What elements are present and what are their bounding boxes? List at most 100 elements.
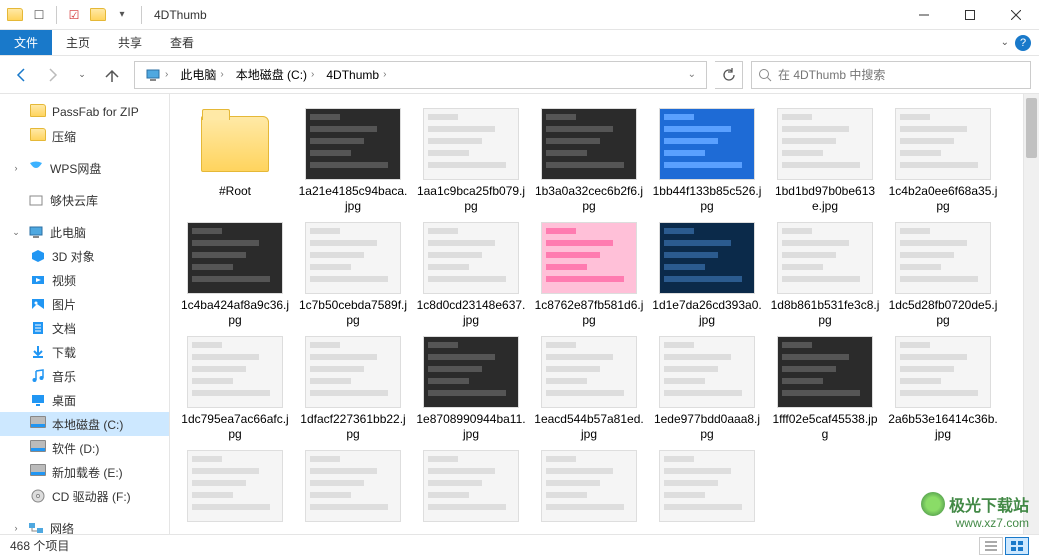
sidebar-item[interactable]: 软件 (D:) xyxy=(0,436,169,460)
file-view[interactable]: #Root 1a21e4185c94baca.jpg1aa1c9bca25fb07… xyxy=(170,94,1039,534)
nav-sidebar[interactable]: PassFab for ZIP 压缩 ›WPS网盘够快云库 ⌄此电脑 3D 对象视频图片… xyxy=(0,94,170,534)
crumb-this-pc[interactable]: 此电脑› xyxy=(174,62,229,88)
file-item[interactable]: 1e8708990944ba11.jpg xyxy=(412,332,530,446)
file-item[interactable] xyxy=(530,446,648,530)
file-thumbnail xyxy=(895,336,991,408)
sidebar-item[interactable]: 本地磁盘 (C:) xyxy=(0,412,169,436)
tab-share[interactable]: 共享 xyxy=(104,30,156,55)
sidebar-item[interactable]: CD 驱动器 (F:) xyxy=(0,484,169,508)
ribbon-collapse-icon[interactable]: ⌄ xyxy=(1001,37,1009,48)
crumb-pc-icon[interactable]: › xyxy=(139,62,174,88)
file-item[interactable]: 1bb44f133b85c526.jpg xyxy=(648,104,766,218)
file-thumbnail xyxy=(305,108,401,180)
address-bar[interactable]: › 此电脑› 本地磁盘 (C:)› 4DThumb› ⌄ xyxy=(134,61,707,89)
expand-icon[interactable]: ⌄ xyxy=(10,227,22,238)
pc-icon xyxy=(145,67,161,83)
file-item[interactable]: 1eacd544b57a81ed.jpg xyxy=(530,332,648,446)
sidebar-item[interactable]: 压缩 xyxy=(0,124,169,148)
maximize-button[interactable] xyxy=(947,0,993,30)
file-item[interactable]: 1c4b2a0ee6f68a35.jpg xyxy=(884,104,1002,218)
file-item[interactable]: 1d8b861b531fe3c8.jpg xyxy=(766,218,884,332)
sidebar-item-label: 下载 xyxy=(52,344,76,361)
nav-up-button[interactable] xyxy=(98,61,126,89)
sidebar-item-label: PassFab for ZIP xyxy=(52,105,139,119)
file-item[interactable]: 1c7b50cebda7589f.jpg xyxy=(294,218,412,332)
file-item[interactable]: 1dfacf227361bb22.jpg xyxy=(294,332,412,446)
file-item[interactable]: 1b3a0a32cec6b2f6.jpg xyxy=(530,104,648,218)
file-item[interactable] xyxy=(294,446,412,530)
tab-view[interactable]: 查看 xyxy=(156,30,208,55)
sidebar-item[interactable]: 视频 xyxy=(0,268,169,292)
sidebar-item-label: 3D 对象 xyxy=(52,248,95,265)
file-item[interactable]: 1d1e7da26cd393a0.jpg xyxy=(648,218,766,332)
nav-back-button[interactable] xyxy=(8,61,36,89)
file-item[interactable]: 1dc5d28fb0720de5.jpg xyxy=(884,218,1002,332)
qat-dropdown-icon[interactable]: ▾ xyxy=(111,4,133,26)
minimize-button[interactable] xyxy=(901,0,947,30)
folder-icon-2[interactable] xyxy=(87,4,109,26)
download-icon xyxy=(30,344,46,360)
file-item[interactable]: 2a6b53e16414c36b.jpg xyxy=(884,332,1002,446)
file-item[interactable]: 1dc795ea7ac66afc.jpg xyxy=(176,332,294,446)
sidebar-item[interactable]: 新加载卷 (E:) xyxy=(0,460,169,484)
help-icon[interactable]: ? xyxy=(1015,35,1031,51)
sidebar-item[interactable]: 图片 xyxy=(0,292,169,316)
file-item[interactable]: 1c8d0cd23148e637.jpg xyxy=(412,218,530,332)
maximize-icon xyxy=(965,10,975,20)
nav-forward-button[interactable] xyxy=(38,61,66,89)
address-dropdown[interactable]: ⌄ xyxy=(682,62,702,88)
view-details-button[interactable] xyxy=(979,537,1003,555)
crumb-drive-c[interactable]: 本地磁盘 (C:)› xyxy=(230,62,321,88)
file-item[interactable] xyxy=(176,446,294,530)
tab-file[interactable]: 文件 xyxy=(0,30,52,55)
file-item[interactable]: 1fff02e5caf45538.jpg xyxy=(766,332,884,446)
file-thumbnail xyxy=(187,450,283,522)
file-thumbnail xyxy=(895,108,991,180)
sidebar-item-label: 文档 xyxy=(52,320,76,337)
sidebar-item[interactable]: 文档 xyxy=(0,316,169,340)
status-bar: 468 个项目 xyxy=(0,534,1039,556)
minimize-icon xyxy=(919,10,929,20)
file-item[interactable] xyxy=(648,446,766,530)
folder-icon xyxy=(30,128,46,144)
file-name: #Root xyxy=(219,184,251,199)
file-item[interactable]: 1c4ba424af8a9c36.jpg xyxy=(176,218,294,332)
close-button[interactable] xyxy=(993,0,1039,30)
sidebar-item[interactable]: 下载 xyxy=(0,340,169,364)
nav-history-button[interactable]: ⌄ xyxy=(68,61,96,89)
sidebar-item[interactable]: PassFab for ZIP xyxy=(0,100,169,124)
file-item[interactable]: 1c8762e87fb581d6.jpg xyxy=(530,218,648,332)
expand-icon[interactable]: › xyxy=(10,523,22,533)
file-thumbnail xyxy=(659,450,755,522)
refresh-button[interactable] xyxy=(715,61,743,89)
file-item[interactable]: 1a21e4185c94baca.jpg xyxy=(294,104,412,218)
file-item[interactable]: 1ede977bdd0aaa8.jpg xyxy=(648,332,766,446)
search-box[interactable] xyxy=(751,61,1031,89)
folder-item[interactable]: #Root xyxy=(176,104,294,218)
sidebar-item-label: 图片 xyxy=(52,296,76,313)
folder-icon[interactable] xyxy=(4,4,26,26)
sidebar-item[interactable]: ›WPS网盘 xyxy=(0,156,169,180)
file-name: 1fff02e5caf45538.jpg xyxy=(770,412,880,442)
sidebar-item[interactable]: 桌面 xyxy=(0,388,169,412)
scrollbar-vertical[interactable] xyxy=(1023,94,1039,534)
quick-access-toolbar: ☐ ☑ ▾ xyxy=(0,4,137,26)
file-item[interactable] xyxy=(412,446,530,530)
sidebar-item[interactable]: ›网络 xyxy=(0,516,169,534)
sidebar-item[interactable]: 3D 对象 xyxy=(0,244,169,268)
tab-home[interactable]: 主页 xyxy=(52,30,104,55)
file-item[interactable]: 1bd1bd97b0be613e.jpg xyxy=(766,104,884,218)
scrollbar-thumb[interactable] xyxy=(1026,98,1037,158)
file-thumbnail xyxy=(305,222,401,294)
file-thumbnail xyxy=(659,222,755,294)
expand-icon[interactable]: › xyxy=(10,163,22,173)
view-thumbnails-button[interactable] xyxy=(1005,537,1029,555)
sidebar-item[interactable]: 音乐 xyxy=(0,364,169,388)
file-item[interactable]: 1aa1c9bca25fb079.jpg xyxy=(412,104,530,218)
crumb-folder[interactable]: 4DThumb› xyxy=(320,62,392,88)
search-input[interactable] xyxy=(778,68,1024,82)
neutral-icon[interactable]: ☐ xyxy=(28,4,50,26)
properties-icon[interactable]: ☑ xyxy=(63,4,85,26)
sidebar-item[interactable]: 够快云库 xyxy=(0,188,169,212)
sidebar-item[interactable]: ⌄此电脑 xyxy=(0,220,169,244)
